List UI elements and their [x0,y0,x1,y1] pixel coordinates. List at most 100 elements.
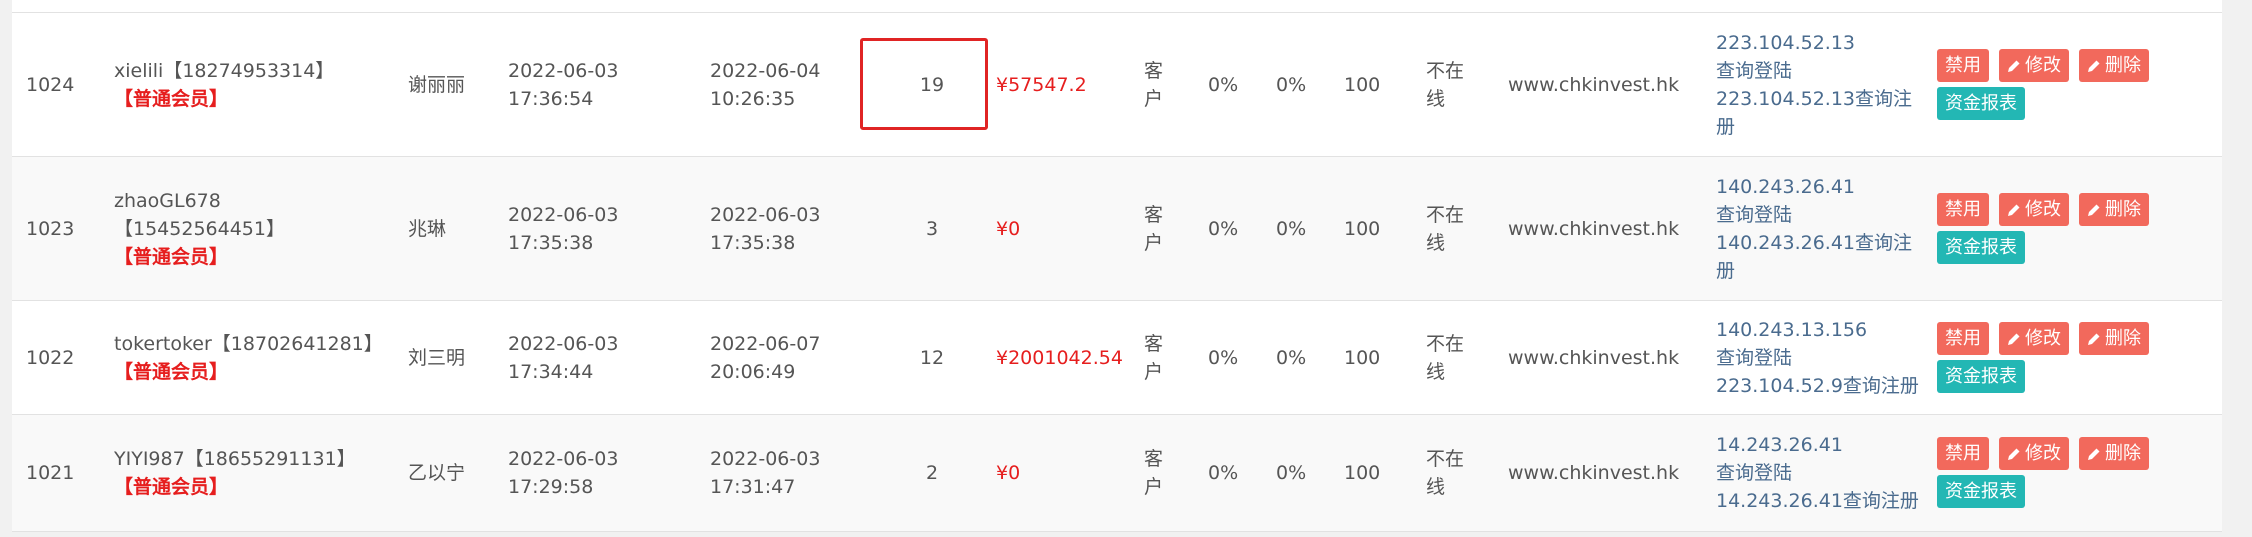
balance-text: ¥0 [996,462,1021,484]
register-time-text: 17:29:58 [508,476,594,498]
real-name: 刘三明 [408,301,478,415]
last-login-time-text: 2022-06-03 [710,448,821,470]
login-ip-link[interactable]: 140.243.13.156 [1716,316,1931,344]
user-id-text: 1022 [26,347,75,369]
domain-text: www.chkinvest.hk [1508,462,1680,484]
login-count-text: 12 [919,347,945,369]
rate-2: 0% [1276,301,1336,415]
disable-button[interactable]: 禁用 [1937,322,1989,355]
user-id: 1023 [26,157,106,301]
rate-2-text: 0% [1276,218,1307,240]
user-type-text: 户 [1144,476,1164,498]
delete-button-label: 删除 [2105,443,2141,464]
register-ip-link[interactable]: 223.104.52.9查询注册 [1716,372,1931,400]
rate-1: 0% [1208,301,1268,415]
funds-report-button[interactable]: 资金报表 [1937,360,2025,393]
delete-button[interactable]: 删除 [2079,193,2149,226]
user-id-text: 1024 [26,74,75,96]
delete-button[interactable]: 删除 [2079,437,2149,470]
user-id-text: 1023 [26,218,75,240]
row-actions: 禁用 修改 删除资金报表 [1937,301,2197,415]
query-login-link[interactable]: 查询登陆 [1716,201,1931,229]
pencil-icon [2088,448,2100,460]
user-type-text: 客 [1144,204,1164,226]
rate-1: 0% [1208,13,1268,157]
last-login-time-text: 20:06:49 [710,361,796,383]
register-time-text: 2022-06-03 [508,60,619,82]
balance-text: ¥57547.2 [996,74,1087,96]
score: 100 [1344,13,1404,157]
rate-2-text: 0% [1276,74,1307,96]
delete-button-label: 删除 [2105,328,2141,349]
disable-button[interactable]: 禁用 [1937,193,1989,226]
edit-button[interactable]: 修改 [1999,322,2069,355]
edit-button[interactable]: 修改 [1999,437,2069,470]
delete-button[interactable]: 删除 [2079,322,2149,355]
user-type: 客户 [1144,157,1184,301]
username-text: tokertoker【18702641281】 [114,333,383,355]
edit-button-label: 修改 [2025,443,2061,464]
edit-button[interactable]: 修改 [1999,193,2069,226]
domain-text: www.chkinvest.hk [1508,347,1680,369]
user-id: 1021 [26,415,106,531]
score-text: 100 [1344,462,1381,484]
balance: ¥0 [996,415,1136,531]
user-type-text: 客 [1144,448,1164,470]
login-ip-link[interactable]: 140.243.26.41 [1716,173,1931,201]
register-time-text: 2022-06-03 [508,448,619,470]
member-level-badge: 【普通会员】 [114,361,229,383]
register-ip-link[interactable]: 14.243.26.41查询注册 [1716,487,1931,515]
real-name: 谢丽丽 [408,13,478,157]
rate-1-text: 0% [1208,462,1239,484]
user-type-text: 客 [1144,333,1164,355]
register-time-text: 17:34:44 [508,361,594,383]
last-login-time-text: 17:31:47 [710,476,796,498]
online-status: 不在线 [1426,13,1486,157]
funds-report-button[interactable]: 资金报表 [1937,231,2025,264]
domain-text: www.chkinvest.hk [1508,74,1680,96]
rate-2-text: 0% [1276,462,1307,484]
rate-1-text: 0% [1208,218,1239,240]
balance: ¥2001042.54 [996,301,1136,415]
register-time-text: 17:35:38 [508,232,594,254]
disable-button-label: 禁用 [1945,328,1981,349]
login-ip-link[interactable]: 223.104.52.13 [1716,29,1931,57]
login-ip-link[interactable]: 14.243.26.41 [1716,431,1931,459]
disable-button[interactable]: 禁用 [1937,49,1989,82]
register-ip-link[interactable]: 223.104.52.13查询注 [1716,85,1931,113]
edit-button[interactable]: 修改 [1999,49,2069,82]
balance: ¥0 [996,157,1136,301]
rate-1-text: 0% [1208,347,1239,369]
query-login-link[interactable]: 查询登陆 [1716,344,1931,372]
rate-1: 0% [1208,415,1268,531]
register-ip-link-cont[interactable]: 册 [1716,113,1931,141]
rate-2: 0% [1276,157,1336,301]
pencil-icon [2088,333,2100,345]
user-type-text: 客 [1144,60,1164,82]
funds-report-button[interactable]: 资金报表 [1937,87,2025,120]
user-id: 1022 [26,301,106,415]
query-login-link[interactable]: 查询登陆 [1716,57,1931,85]
row-actions: 禁用 修改 删除资金报表 [1937,157,2197,301]
last-login-time: 2022-06-03 17:35:38 [710,157,890,301]
user-type: 客户 [1144,301,1184,415]
online-status-text: 不在 [1426,60,1465,82]
delete-button[interactable]: 删除 [2079,49,2149,82]
last-login-time: 2022-06-03 17:31:47 [710,415,890,531]
register-ip-link[interactable]: 140.243.26.41查询注 [1716,229,1931,257]
rate-2-text: 0% [1276,347,1307,369]
user-info: zhaoGL678 【15452564451】 【普通会员】 [114,157,414,301]
register-ip-link-cont[interactable]: 册 [1716,257,1931,285]
funds-report-button-label: 资金报表 [1945,366,2017,387]
query-login-link[interactable]: 查询登陆 [1716,459,1931,487]
delete-button-label: 删除 [2105,199,2141,220]
table-row: 1022 tokertoker【18702641281】 【普通会员】 刘三明 2022… [12,300,2222,415]
ip-info: 140.243.13.156 查询登陆 223.104.52.9查询注册 [1716,301,1931,415]
real-name-text: 谢丽丽 [408,74,466,96]
table-row: 1024 xielili【18274953314】 【普通会员】 谢丽丽 2022-06… [12,12,2222,157]
disable-button[interactable]: 禁用 [1937,437,1989,470]
funds-report-button[interactable]: 资金报表 [1937,475,2025,508]
last-login-time-text: 2022-06-07 [710,333,821,355]
user-id-text: 1021 [26,462,75,484]
score: 100 [1344,301,1404,415]
